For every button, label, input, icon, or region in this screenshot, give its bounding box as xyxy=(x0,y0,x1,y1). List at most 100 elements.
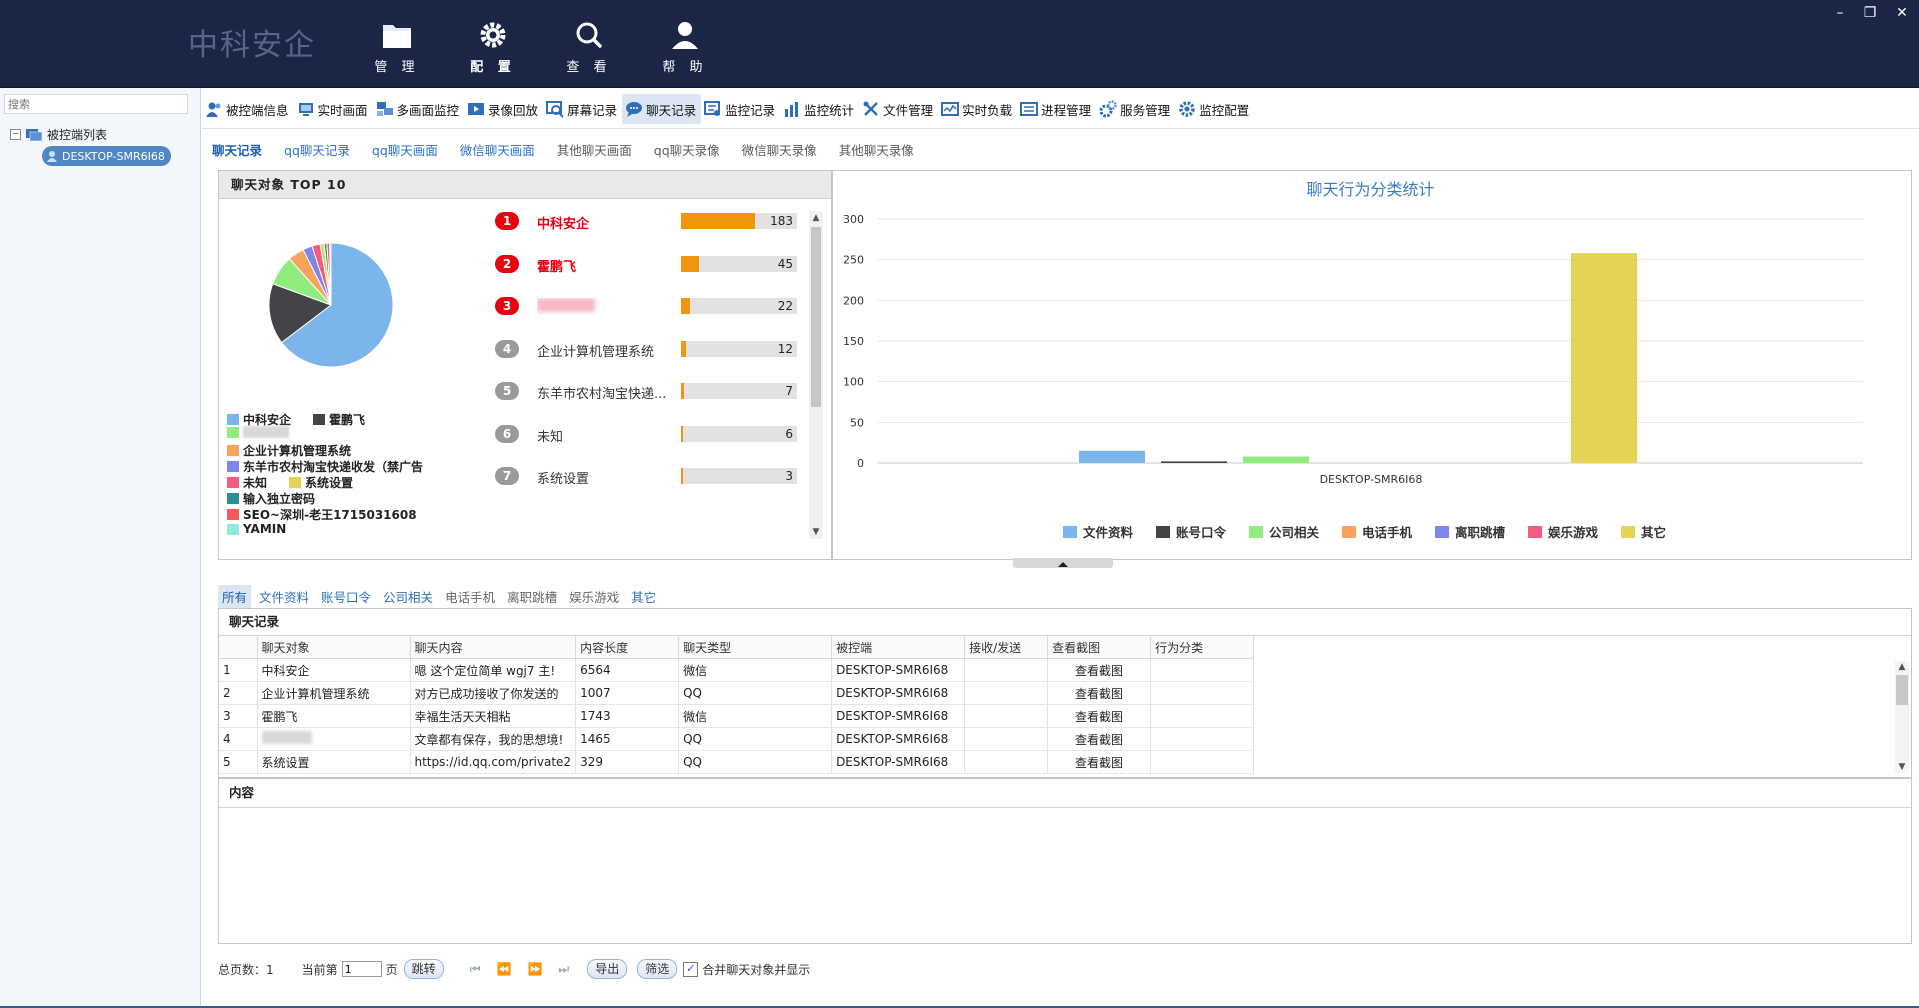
scroll-up-icon[interactable]: ▲ xyxy=(809,211,823,225)
table-scrollbar[interactable]: ▲ ▼ xyxy=(1895,661,1909,773)
toolbar-service-manage[interactable]: 服务管理 xyxy=(1096,94,1175,124)
chart-legend-label[interactable]: 账号口令 xyxy=(1176,525,1227,540)
chart-legend-label[interactable]: 电话手机 xyxy=(1362,525,1413,540)
toolbar-chat-record[interactable]: 聊天记录 xyxy=(622,94,702,124)
toolbar-live-screen[interactable]: 实时画面 xyxy=(294,94,373,124)
close-button[interactable]: ✕ xyxy=(1890,2,1914,24)
subtab-qq-chat-record[interactable]: qq聊天记录 xyxy=(284,140,350,159)
jump-button[interactable]: 跳转 xyxy=(403,959,444,979)
legend-swatch-9 xyxy=(227,509,239,520)
table-cell[interactable]: 查看截图 xyxy=(1047,727,1152,751)
table-cell[interactable]: 查看截图 xyxy=(1047,681,1152,705)
subtab-other-chat-screen[interactable]: 其他聊天画面 xyxy=(557,140,632,159)
toolbar-live-load[interactable]: 实时负载 xyxy=(938,94,1017,124)
col-chat-type[interactable]: 聊天类型 xyxy=(678,636,833,659)
tree-node-label: DESKTOP-SMR6I68 xyxy=(62,149,165,163)
first-page-icon[interactable]: ⏮ xyxy=(470,962,481,977)
cattab-files[interactable]: 文件资料 xyxy=(255,585,313,608)
cattab-company[interactable]: 公司相关 xyxy=(379,585,437,608)
rank-item[interactable]: 5 东羊市农村淘宝快递... 7 xyxy=(495,380,825,402)
toolbar-file-manage[interactable]: 文件管理 xyxy=(859,94,938,124)
merge-option[interactable]: ✓ 合并聊天对象并显示 xyxy=(683,961,810,978)
prev-page-icon[interactable]: ⏪ xyxy=(497,962,512,976)
table-row[interactable]: 4 文章都有保存，我的思想境! 1465 QQ DESKTOP-SMR6I68 查看截图 xyxy=(219,727,1255,751)
col-client[interactable]: 被控端 xyxy=(831,636,966,659)
table-scroll-up-icon[interactable]: ▲ xyxy=(1895,661,1909,673)
bar-7[interactable] xyxy=(1571,253,1637,463)
table-row[interactable]: 3 霍鹏飞 幸福生活天天相粘 1743 微信 DESKTOP-SMR6I68 查看截图 xyxy=(219,704,1255,728)
scroll-down-icon[interactable]: ▼ xyxy=(809,525,823,539)
top10-scrollbar[interactable]: ▲ ▼ xyxy=(809,211,823,539)
rank-item[interactable]: 1 中科安企 183 xyxy=(495,210,825,232)
col-recv-send[interactable]: 接收/发送 xyxy=(964,636,1049,659)
table-cell[interactable]: 查看截图 xyxy=(1047,750,1152,774)
cattab-other[interactable]: 其它 xyxy=(627,585,660,608)
bar-2[interactable] xyxy=(1161,461,1227,463)
bar-1[interactable] xyxy=(1079,450,1145,463)
subtab-wechat-chat-screen[interactable]: 微信聊天画面 xyxy=(460,140,535,159)
toolbar-monitor-stats[interactable]: 监控统计 xyxy=(780,94,859,124)
chart-legend-label[interactable]: 公司相关 xyxy=(1269,525,1320,540)
nav-config[interactable]: 配 置 xyxy=(458,16,528,78)
subtab-qq-chat-screen[interactable]: qq聊天画面 xyxy=(372,140,438,159)
table-cell[interactable]: 查看截图 xyxy=(1047,704,1152,728)
col-view-screenshot[interactable]: 查看截图 xyxy=(1047,636,1152,659)
toolbar-screen-record[interactable]: 屏幕记录 xyxy=(543,94,622,124)
subtab-wechat-chat-video[interactable]: 微信聊天录像 xyxy=(742,140,817,159)
search-input[interactable] xyxy=(4,94,188,114)
cattab-phone[interactable]: 电话手机 xyxy=(441,585,499,608)
col-behavior-category[interactable]: 行为分类 xyxy=(1150,636,1255,659)
toolbar-client-info[interactable]: 被控端信息 xyxy=(202,94,294,124)
scroll-thumb[interactable] xyxy=(811,227,821,407)
filter-button[interactable]: 筛选 xyxy=(637,959,678,979)
chart-legend-label[interactable]: 文件资料 xyxy=(1083,525,1134,540)
tree-collapse-icon[interactable]: − xyxy=(10,129,21,140)
cattab-job-hop[interactable]: 离职跳槽 xyxy=(503,585,561,608)
export-button[interactable]: 导出 xyxy=(587,959,628,979)
table-scroll-down-icon[interactable]: ▼ xyxy=(1895,761,1909,773)
table-cell[interactable]: 查看截图 xyxy=(1047,658,1152,682)
rank-item[interactable]: 6 未知 6 xyxy=(495,423,825,445)
cattab-entertainment[interactable]: 娱乐游戏 xyxy=(565,585,623,608)
toolbar-video-playback[interactable]: 录像回放 xyxy=(464,94,543,124)
table-row[interactable]: 5 系统设置 https://id.qq.com/private2 329 QQ DESK… xyxy=(219,750,1255,774)
minimize-button[interactable]: – xyxy=(1828,2,1852,24)
next-page-icon[interactable]: ⏩ xyxy=(527,962,542,976)
restore-button[interactable]: ❐ xyxy=(1858,2,1882,24)
rank-badge: 7 xyxy=(495,467,519,485)
chart-legend-label[interactable]: 其它 xyxy=(1641,525,1666,540)
toolbar-multi-monitor[interactable]: 多画面监控 xyxy=(373,94,465,124)
rank-item[interactable]: 3 22 xyxy=(495,295,825,317)
chart-legend-label[interactable]: 娱乐游戏 xyxy=(1548,525,1599,540)
subtab-qq-chat-video[interactable]: qq聊天录像 xyxy=(654,140,720,159)
col-content-length[interactable]: 内容长度 xyxy=(575,636,680,659)
cattab-all[interactable]: 所有 xyxy=(218,585,252,608)
col-chat-target[interactable]: 聊天对象 xyxy=(257,636,411,659)
collapse-toggle[interactable] xyxy=(1013,558,1113,568)
table-cell: 中科安企 xyxy=(257,658,411,682)
merge-checkbox[interactable]: ✓ xyxy=(683,961,699,977)
table-cell: 霍鹏飞 xyxy=(257,704,411,728)
tree-node-desktop[interactable]: DESKTOP-SMR6I68 xyxy=(42,146,171,166)
nav-manage[interactable]: 管 理 xyxy=(362,16,432,78)
toolbar-process-manage[interactable]: 进程管理 xyxy=(1017,94,1096,124)
table-row[interactable]: 2 企业计算机管理系统 对方已成功接收了你发送的 1007 QQ DESKTOP-SMR6… xyxy=(219,681,1255,705)
toolbar-monitor-config[interactable]: 监控配置 xyxy=(1175,94,1254,124)
nav-help[interactable]: 帮 助 xyxy=(650,16,720,78)
tree-root[interactable]: − 被控端列表 xyxy=(10,126,107,143)
bar-3[interactable] xyxy=(1243,456,1309,463)
page-input[interactable] xyxy=(341,961,382,977)
last-page-icon[interactable]: ⏭ xyxy=(558,962,569,977)
col-chat-content[interactable]: 聊天内容 xyxy=(410,636,577,659)
toolbar-monitor-log[interactable]: 监控记录 xyxy=(701,94,780,124)
subtab-other-chat-video[interactable]: 其他聊天录像 xyxy=(839,140,914,159)
table-row[interactable]: 1 中科安企嗯 这个定位简单 wgj7 主! 6564 微信 DESKTOP-SMR6I… xyxy=(219,658,1255,682)
rank-item[interactable]: 2 霍鹏飞 45 xyxy=(495,253,825,275)
nav-view[interactable]: 查 看 xyxy=(554,16,624,78)
rank-item[interactable]: 4 企业计算机管理系统 12 xyxy=(495,338,825,360)
rank-item[interactable]: 7 系统设置 3 xyxy=(495,465,825,487)
table-scroll-thumb[interactable] xyxy=(1896,675,1908,705)
chart-legend-label[interactable]: 离职跳槽 xyxy=(1455,525,1506,540)
cattab-accounts[interactable]: 账号口令 xyxy=(317,585,375,608)
subtab-chat-record[interactable]: 聊天记录 xyxy=(212,140,262,159)
